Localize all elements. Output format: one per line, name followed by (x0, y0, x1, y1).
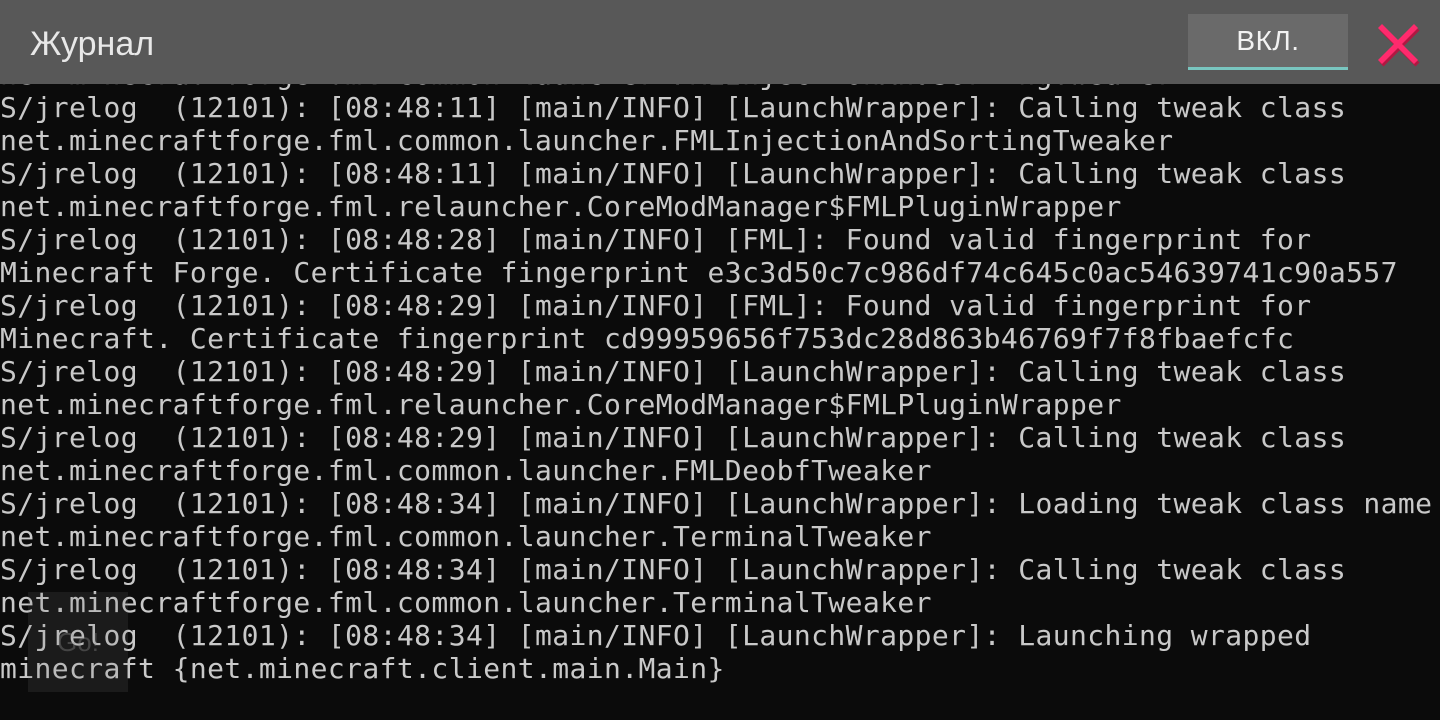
log-line: net.minecraftforge.fml.common.launcher.T… (0, 520, 932, 553)
go-button-label: Go! (57, 626, 99, 657)
log-line: S/jrelog (12101): [08:48:29] [main/INFO]… (0, 355, 1347, 388)
log-line: minecraft {net.minecraft.client.main.Mai… (0, 652, 725, 685)
close-button[interactable] (1368, 14, 1428, 74)
log-line: net.minecraftforge.fml.relauncher.CoreMo… (0, 388, 1122, 421)
log-line: net.minecraftforge.fml.common.launcher.F… (0, 454, 932, 487)
go-button[interactable]: Go! (28, 592, 128, 692)
page-title: Журнал (30, 25, 155, 63)
log-line: S/jrelog (12101): [08:48:29] [main/INFO]… (0, 421, 1347, 454)
log-toggle-button[interactable]: ВКЛ. (1188, 14, 1348, 70)
log-line: Minecraft Forge. Certificate fingerprint… (0, 256, 1398, 289)
log-line: S/jrelog (12101): [08:48:34] [main/INFO]… (0, 619, 1312, 652)
log-line: S/jrelog (12101): [08:48:11] [main/INFO]… (0, 91, 1347, 124)
log-line: net.minecraftforge.fml.common.launcher.F… (0, 124, 1174, 157)
close-x-icon (1378, 24, 1420, 67)
log-line: S/jrelog (12101): [08:48:34] [main/INFO]… (0, 553, 1347, 586)
log-line: S/jrelog (12101): [08:48:34] [main/INFO]… (0, 487, 1433, 520)
log-screen: Журнал ВКЛ. net.minecraftforge.fml.commo… (0, 0, 1440, 720)
title-bar: Журнал ВКЛ. (0, 0, 1440, 84)
log-line: net.minecraftforge.fml.relauncher.CoreMo… (0, 190, 1122, 223)
log-line: S/jrelog (12101): [08:48:28] [main/INFO]… (0, 223, 1312, 256)
log-output[interactable]: net.minecraftforge.fml.common.launcher.F… (0, 58, 1440, 685)
log-line: net.minecraftforge.fml.common.launcher.T… (0, 586, 932, 619)
log-line: S/jrelog (12101): [08:48:29] [main/INFO]… (0, 289, 1312, 322)
log-line: Minecraft. Certificate fingerprint cd999… (0, 322, 1295, 355)
log-line: S/jrelog (12101): [08:48:11] [main/INFO]… (0, 157, 1347, 190)
